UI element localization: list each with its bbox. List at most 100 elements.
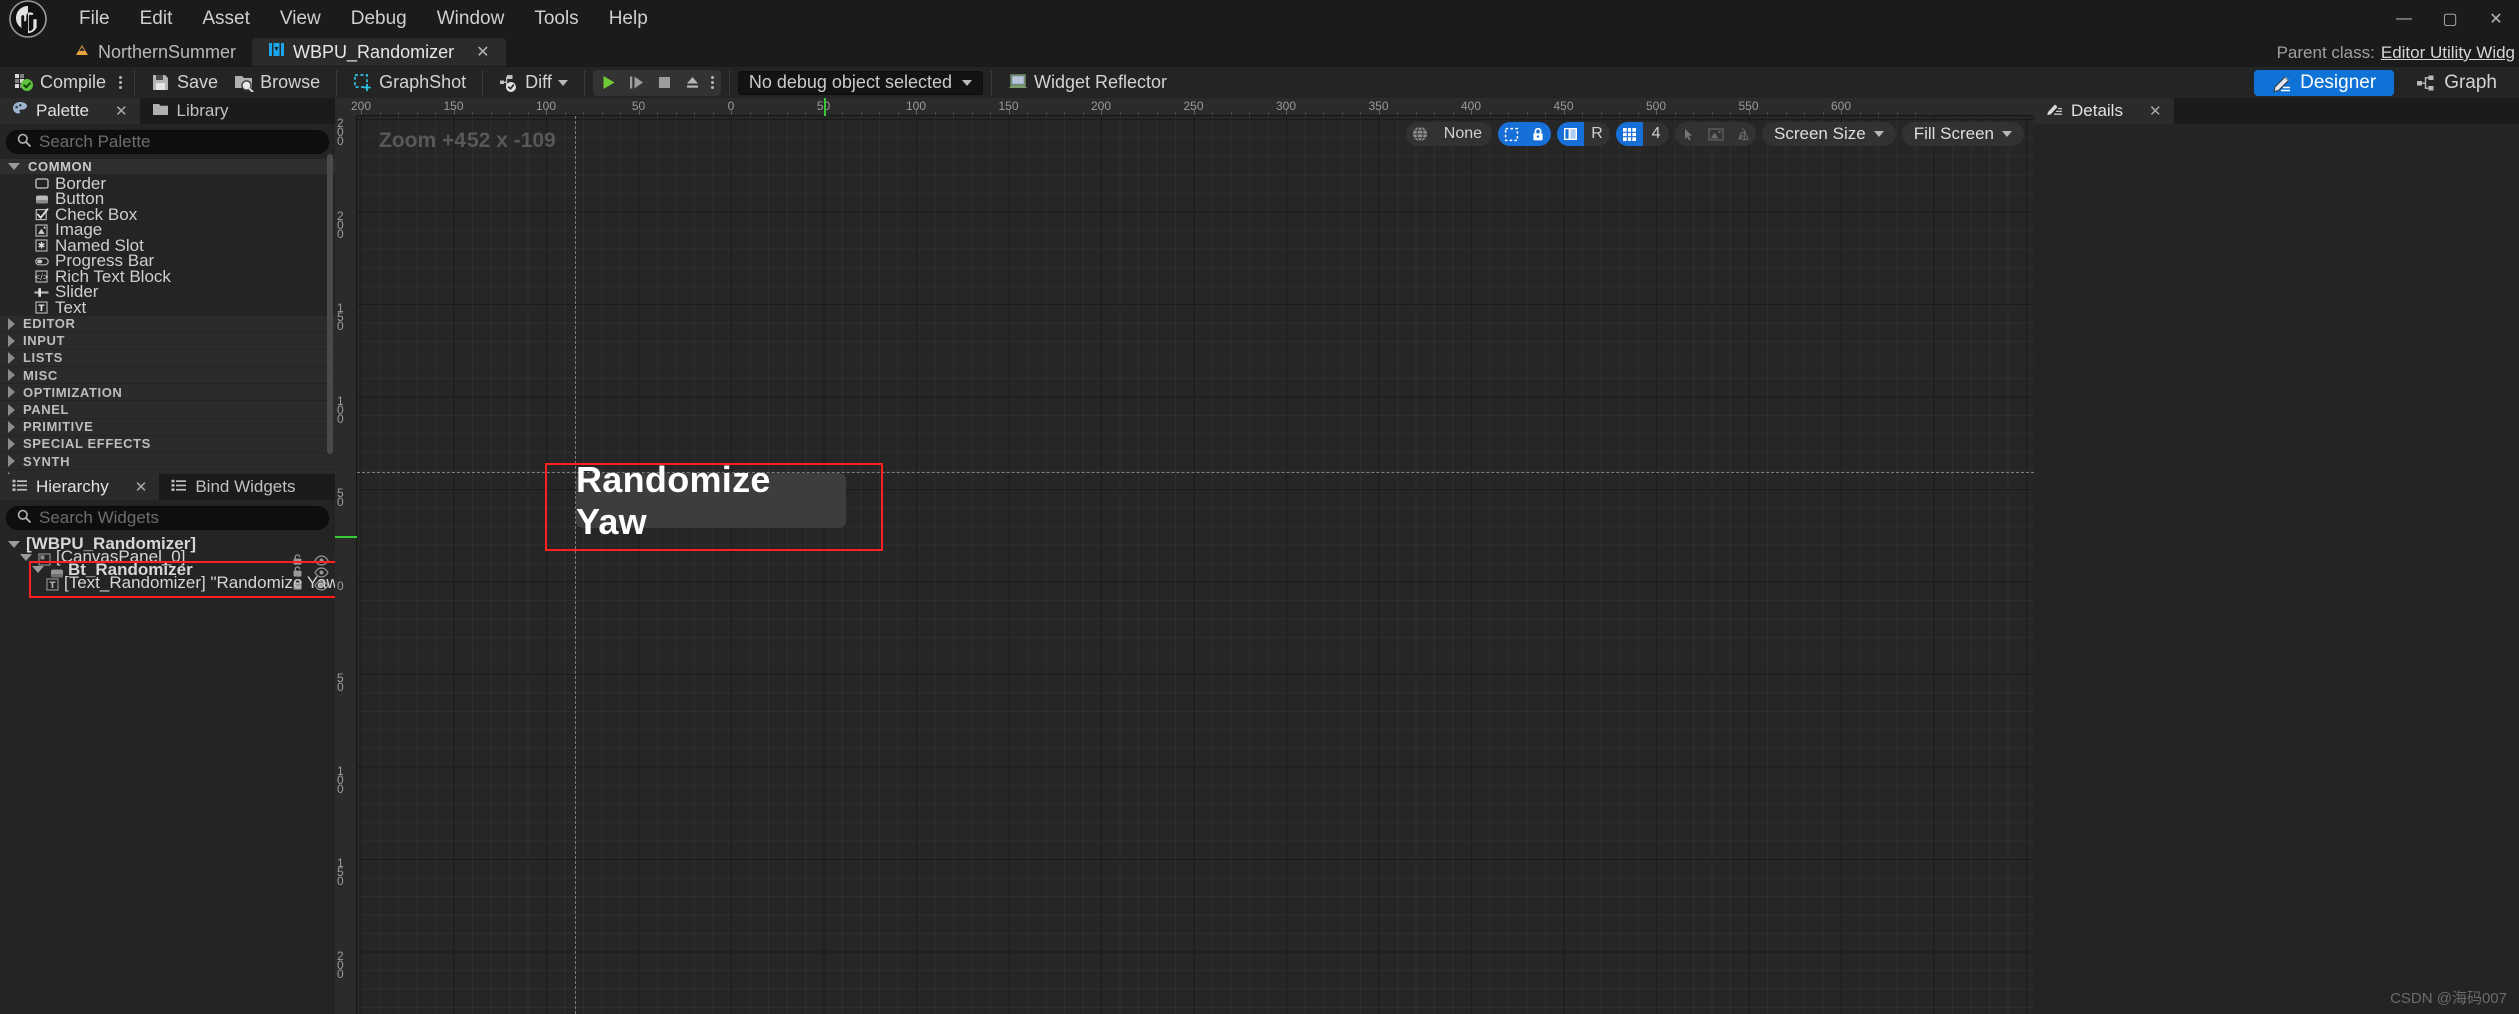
outline-icon[interactable] bbox=[1498, 122, 1526, 146]
palette-item-rich-text-block[interactable]: </> Rich Text Block bbox=[0, 267, 335, 286]
mirror-icon[interactable] bbox=[1730, 122, 1756, 146]
palette-category-primitive[interactable]: PRIMITIVE bbox=[0, 418, 335, 436]
palette-category-common[interactable]: COMMON bbox=[0, 159, 335, 174]
search-palette-input[interactable]: Search Palette bbox=[6, 130, 329, 154]
category-label: LISTS bbox=[23, 350, 63, 366]
widget-reflector-label: Widget Reflector bbox=[1034, 72, 1168, 92]
maximize-button[interactable]: ▢ bbox=[2427, 0, 2473, 38]
graph-mode-button[interactable]: Graph bbox=[2398, 70, 2515, 96]
level-icon bbox=[74, 42, 90, 63]
menu-window[interactable]: Window bbox=[422, 4, 520, 34]
ruler-minor-tick bbox=[1138, 112, 1139, 115]
tab-bind-widgets[interactable]: Bind Widgets bbox=[159, 474, 307, 500]
table-row[interactable]: T [Text_Randomizer] "Randomize Yaw" bbox=[0, 573, 345, 592]
tab-hierarchy[interactable]: Hierarchy ✕ bbox=[0, 474, 160, 500]
menu-file[interactable]: File bbox=[64, 4, 125, 34]
tab-wbpu-randomizer[interactable]: WBPU_Randomizer ✕ bbox=[252, 38, 506, 66]
close-icon[interactable]: ✕ bbox=[135, 478, 148, 496]
ruler-tick bbox=[1193, 110, 1195, 115]
locale-value[interactable]: None bbox=[1434, 122, 1492, 146]
compile-button[interactable]: Compile bbox=[6, 70, 114, 96]
palette-item-named-slot[interactable]: ✱ Named Slot bbox=[0, 236, 335, 255]
play-button[interactable] bbox=[595, 70, 623, 96]
cursor-icon[interactable] bbox=[1675, 122, 1702, 146]
category-label: MISC bbox=[23, 367, 58, 383]
menu-edit[interactable]: Edit bbox=[125, 4, 188, 34]
palette-item-border[interactable]: Border bbox=[0, 174, 335, 193]
graph-icon bbox=[2416, 73, 2436, 93]
unreal-engine-logo-icon[interactable] bbox=[0, 0, 56, 38]
tab-library[interactable]: Library bbox=[140, 98, 241, 124]
palette-item-text[interactable]: T Text bbox=[0, 298, 335, 317]
visibility-eye-icon[interactable] bbox=[314, 551, 329, 566]
rotate-label[interactable]: R bbox=[1584, 122, 1610, 146]
close-icon[interactable]: ✕ bbox=[115, 102, 128, 120]
save-button[interactable]: Save bbox=[143, 70, 226, 96]
ruler-vertical[interactable]: 20020015010050050100150200250300 bbox=[335, 116, 357, 1014]
browse-button[interactable]: Browse bbox=[226, 70, 328, 96]
diff-button[interactable]: Diff bbox=[491, 70, 576, 96]
layout-icon[interactable] bbox=[1557, 122, 1585, 146]
chevron-down-icon[interactable] bbox=[32, 566, 44, 574]
search-widgets-input[interactable]: Search Widgets bbox=[6, 506, 329, 530]
designer-mode-button[interactable]: Designer bbox=[2254, 70, 2395, 96]
debug-object-select[interactable]: No debug object selected bbox=[737, 70, 983, 95]
design-surface[interactable]: Zoom +4 52 x -109 Randomize Yaw None R 4… bbox=[357, 116, 2034, 1014]
palette-item-button[interactable]: Button bbox=[0, 189, 335, 208]
eject-button[interactable] bbox=[679, 70, 707, 96]
lock-icon[interactable] bbox=[291, 551, 304, 565]
grid-icon[interactable] bbox=[1616, 122, 1644, 146]
compile-options-button[interactable] bbox=[114, 76, 126, 89]
tab-details[interactable]: Details ✕ bbox=[2034, 98, 2174, 124]
grid-size-value[interactable]: 4 bbox=[1643, 122, 1669, 146]
stop-button[interactable] bbox=[651, 70, 679, 96]
lock-icon[interactable] bbox=[291, 576, 304, 590]
menu-tools[interactable]: Tools bbox=[519, 4, 593, 34]
fill-screen-select[interactable]: Fill Screen bbox=[1901, 122, 2024, 146]
screen-size-select[interactable]: Screen Size bbox=[1762, 122, 1896, 146]
play-options-button[interactable] bbox=[707, 76, 719, 89]
randomize-yaw-button[interactable]: Randomize Yaw bbox=[576, 459, 846, 542]
menu-asset[interactable]: Asset bbox=[187, 4, 265, 34]
graphshot-button[interactable]: GraphShot bbox=[345, 70, 474, 96]
image-preview-icon[interactable] bbox=[1702, 122, 1730, 146]
palette-category-panel[interactable]: PANEL bbox=[0, 401, 335, 419]
palette-item-image[interactable]: Image bbox=[0, 220, 335, 239]
parent-class-link[interactable]: Editor Utility Widg bbox=[2381, 43, 2515, 63]
palette-category-lists[interactable]: LISTS bbox=[0, 349, 335, 368]
palette-category-special-effects[interactable]: SPECIAL EFFECTS bbox=[0, 435, 335, 453]
menu-help[interactable]: Help bbox=[594, 4, 663, 34]
palette-category-user-created[interactable]: USER CREATED bbox=[0, 470, 335, 474]
widget-reflector-button[interactable]: Widget Reflector bbox=[1000, 70, 1175, 96]
lock-icon[interactable] bbox=[1525, 122, 1552, 146]
ruler-tick-label: 150 bbox=[337, 301, 344, 333]
close-icon[interactable]: ✕ bbox=[476, 42, 489, 62]
palette-category-misc[interactable]: MISC bbox=[0, 367, 335, 385]
tab-palette[interactable]: Palette ✕ bbox=[0, 98, 140, 124]
close-window-button[interactable]: ✕ bbox=[2473, 0, 2519, 38]
menu-debug[interactable]: Debug bbox=[336, 4, 422, 34]
chevron-down-icon[interactable] bbox=[20, 553, 32, 561]
chevron-down-icon[interactable] bbox=[8, 540, 20, 548]
palette-category-input[interactable]: INPUT bbox=[0, 332, 335, 350]
visibility-eye-icon[interactable] bbox=[314, 576, 329, 591]
palette-scrollbar[interactable] bbox=[327, 154, 333, 454]
minimize-button[interactable]: — bbox=[2381, 0, 2427, 38]
palette-category-editor[interactable]: EDITOR bbox=[0, 315, 335, 333]
step-button[interactable] bbox=[623, 70, 651, 96]
palette-category-synth[interactable]: SYNTH bbox=[0, 453, 335, 471]
ruler-minor-tick bbox=[1267, 112, 1269, 115]
tab-northern-summer[interactable]: NorthernSummer bbox=[58, 38, 253, 66]
globe-icon[interactable] bbox=[1406, 122, 1434, 146]
ruler-minor-tick bbox=[749, 112, 751, 115]
menu-view[interactable]: View bbox=[265, 4, 336, 34]
ruler-origin-marker-horizontal bbox=[823, 98, 826, 116]
ruler-horizontal[interactable]: 2001501005005010015020025030035040045050… bbox=[351, 98, 2034, 116]
svg-text:T: T bbox=[38, 304, 45, 314]
palette-item-slider[interactable]: Slider bbox=[0, 282, 335, 301]
close-icon[interactable]: ✕ bbox=[2149, 102, 2162, 120]
palette-category-optimization[interactable]: OPTIMIZATION bbox=[0, 384, 335, 402]
palette-item-check-box[interactable]: Check Box bbox=[0, 205, 335, 224]
ruler-minor-tick bbox=[1397, 112, 1398, 115]
palette-panel-tabs: Palette ✕ Library bbox=[0, 98, 335, 124]
